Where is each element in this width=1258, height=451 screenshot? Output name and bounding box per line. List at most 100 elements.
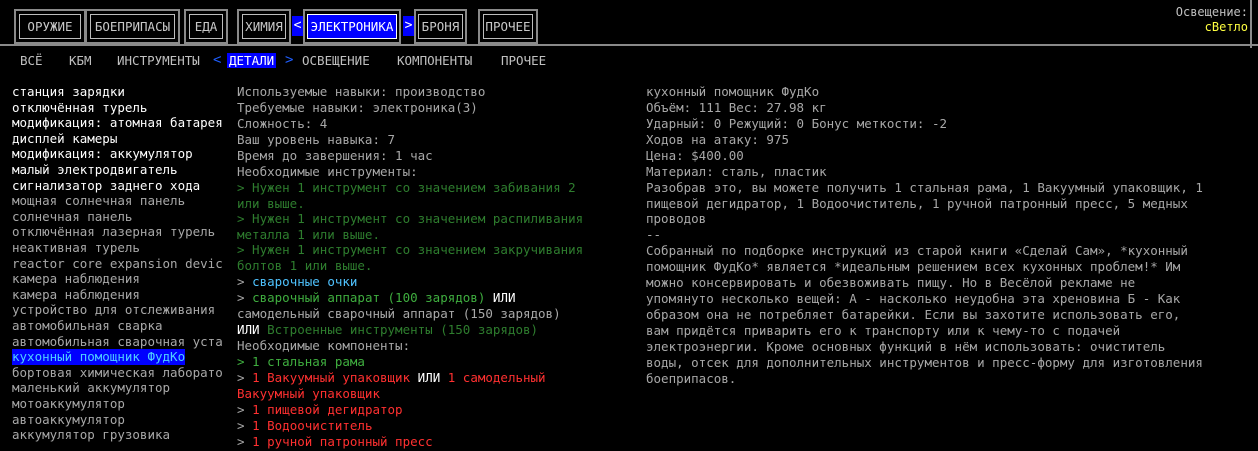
requirement-item: 1 Водоочиститель [252,418,373,433]
recipe-list-item[interactable]: reactor core expansion devic [12,256,236,272]
subtab-parts[interactable]: ДЕТАЛИ [227,53,277,68]
item-price: Цена: $400.00 [646,148,744,163]
subtab-cbm[interactable]: КБМ [69,53,92,68]
requirement-arrow: > [237,274,245,289]
requirement-item: 1 Вакуумный упаковщик [252,370,411,385]
component-requirement: Вакуумный упаковщик [237,386,380,401]
requirement-item: сварочный аппарат (100 зарядов) [252,290,486,305]
recipe-list-item[interactable]: мощная солнечная панель [12,193,236,209]
subtab-other[interactable]: ПРОЧЕЕ [501,53,546,68]
recipe-list-item[interactable]: мотоаккумулятор [12,396,236,412]
disassemble-text: Разобрав это, вы можете получить 1 сталь… [646,180,1203,195]
item-material: Материал: сталь, пластик [646,164,827,179]
subtab-all[interactable]: ВСЁ [20,53,43,68]
recipe-list-item[interactable]: маленький аккумулятор [12,380,236,396]
tool-requirement: > сварочные очки [237,274,357,290]
recipe-list-item[interactable]: солнечная панель [12,209,236,225]
tab-other[interactable]: ПРОЧЕЕ [483,14,533,39]
recipe-list-item[interactable]: автомобильная сварочная уста [12,334,236,350]
required-skill: Требуемые навыки: электроника(3) [237,100,478,115]
component-requirement: > 1 пищевой дегидратор [237,402,403,418]
or-separator: ИЛИ [237,322,260,337]
item-moves: Ходов на атаку: 975 [646,132,789,147]
component-requirement: > 1 Вакуумный упаковщик ИЛИ 1 самодельны… [237,370,546,386]
separator: -- [646,227,662,242]
component-requirement: > 1 стальная рама [237,354,365,369]
lighting-label: Освещение: [1175,5,1248,19]
subtab-left-chevron-icon: < [213,52,222,68]
requirement-arrow: > [237,402,245,417]
lighting-value: сВетло [1204,20,1248,34]
tab-bar-divider [0,44,1258,46]
tab-food[interactable]: ЕДА [189,14,223,39]
recipe-list-item[interactable]: сигнализатор заднего хода [12,178,236,194]
tool-requirement: или выше. [237,196,305,211]
requirement-arrow: > [237,370,245,385]
description-line: вам придётся приварить его к транспорту … [646,323,1121,338]
recipe-list-item[interactable]: автомобильная сварка [12,318,236,334]
recipe-list-item[interactable]: автоаккумулятор [12,412,236,428]
disassemble-text: проводов [646,211,707,226]
subtab-right-chevron-icon: > [285,52,294,68]
requirement-arrow: > [237,418,245,433]
item-name: кухонный помощник ФудКо [646,84,820,99]
recipe-list-item[interactable]: отключённая лазерная турель [12,224,236,240]
recipe-list-item[interactable]: устройство для отслеживания [12,302,236,318]
description-line: боеприпасов. [646,371,737,386]
or-separator: ИЛИ [492,290,516,305]
subtab-components[interactable]: КОМПОНЕНТЫ [397,53,472,68]
requirement-item: сварочные очки [252,274,358,289]
component-requirement: > 1 ручной патронный пресс [237,434,433,450]
tab-chemistry[interactable]: ХИМИЯ [242,14,286,39]
tool-requirement: ИЛИ Встроенные инструменты (150 зарядов) [237,322,538,338]
description-line: помощник ФудКо* является *идеальным реше… [646,259,1181,274]
tool-requirement: > Нужен 1 инструмент со значением закруч… [237,242,584,257]
description-line: можно консервировать и обезвоживать пищу… [646,275,1136,290]
tool-requirement: самодельный сварочный аппарат (150 заряд… [237,306,561,321]
description-line: упомянуто несколько вещей: А - насколько… [646,291,1181,306]
subtab-lighting[interactable]: ОСВЕЩЕНИЕ [302,53,370,68]
recipe-list-item[interactable]: отключённая турель [12,100,236,116]
tab-ammo[interactable]: БОЕПРИПАСЫ [90,14,175,39]
tab-left-chevron-icon: < [292,16,303,36]
difficulty: Сложность: 4 [237,116,328,131]
components-header: Необходимые компоненты: [237,338,411,353]
tools-header: Необходимые инструменты: [237,164,418,179]
description-line: Собранный по подборке инструкций из стар… [646,243,1188,258]
description-line: образом она не потребляет батарейки. Есл… [646,307,1181,322]
tab-right-chevron-icon: > [403,16,414,36]
category-tab-bar: ОРУЖИЕ БОЕПРИПАСЫ ЕДА ХИМИЯ < ЭЛЕКТРОНИК… [0,0,1258,48]
tool-requirement: > Нужен 1 инструмент со значением забива… [237,180,576,195]
recipe-list-item[interactable]: станция зарядки [12,84,236,100]
tab-electronics[interactable]: ЭЛЕКТРОНИКА [307,14,397,39]
tab-armor[interactable]: БРОНЯ [418,14,463,39]
recipe-list-item[interactable]: аккумулятор грузовика [12,427,236,443]
subtab-tools[interactable]: ИНСТРУМЕНТЫ [117,53,200,68]
recipe-list-item[interactable]: камера наблюдения [12,287,236,303]
tab-weapons[interactable]: ОРУЖИЕ [19,14,81,39]
item-damage: Ударный: 0 Режущий: 0 Бонус меткости: -2 [646,116,948,131]
tool-requirement: металла 1 или выше. [237,227,380,242]
component-requirement: > 1 Водоочиститель [237,418,372,434]
recipe-list-item[interactable]: модификация: аккумулятор [12,146,236,162]
recipe-list-item[interactable]: бортовая химическая лаборато [12,365,236,381]
tab-bar-edge [1250,0,1252,48]
tool-requirement: > Нужен 1 инструмент со значением распил… [237,211,584,226]
recipe-list-item[interactable]: малый электродвигатель [12,162,236,178]
recipe-list-item[interactable]: дисплей камеры [12,131,236,147]
or-separator: ИЛИ [417,370,441,385]
requirement-item: 1 пищевой дегидратор [252,402,403,417]
requirement-item: 1 самодельный [447,370,546,385]
description-line: воды, отсек для дополнительных инструмен… [646,355,1203,370]
tool-requirement: болтов 1 или выше. [237,258,373,273]
recipe-list-item[interactable]: модификация: атомная батарея [12,115,236,131]
recipe-list-item[interactable]: камера наблюдения [12,271,236,287]
used-skill: Используемые навыки: производство [237,84,486,99]
recipe-list-item[interactable]: кухонный помощник ФудКо [12,349,186,366]
description-line: электроэнергии. Кроме основных функций в… [646,339,1166,354]
recipe-list-item[interactable]: неактивная турель [12,240,236,256]
craft-time: Время до завершения: 1 час [237,148,433,163]
your-skill: Ваш уровень навыка: 7 [237,132,396,147]
item-volume-weight: Объём: 111 Вес: 27.98 кг [646,100,827,115]
disassemble-text: пищевой дегидратор, 1 Водоочиститель, 1 … [646,196,1188,211]
